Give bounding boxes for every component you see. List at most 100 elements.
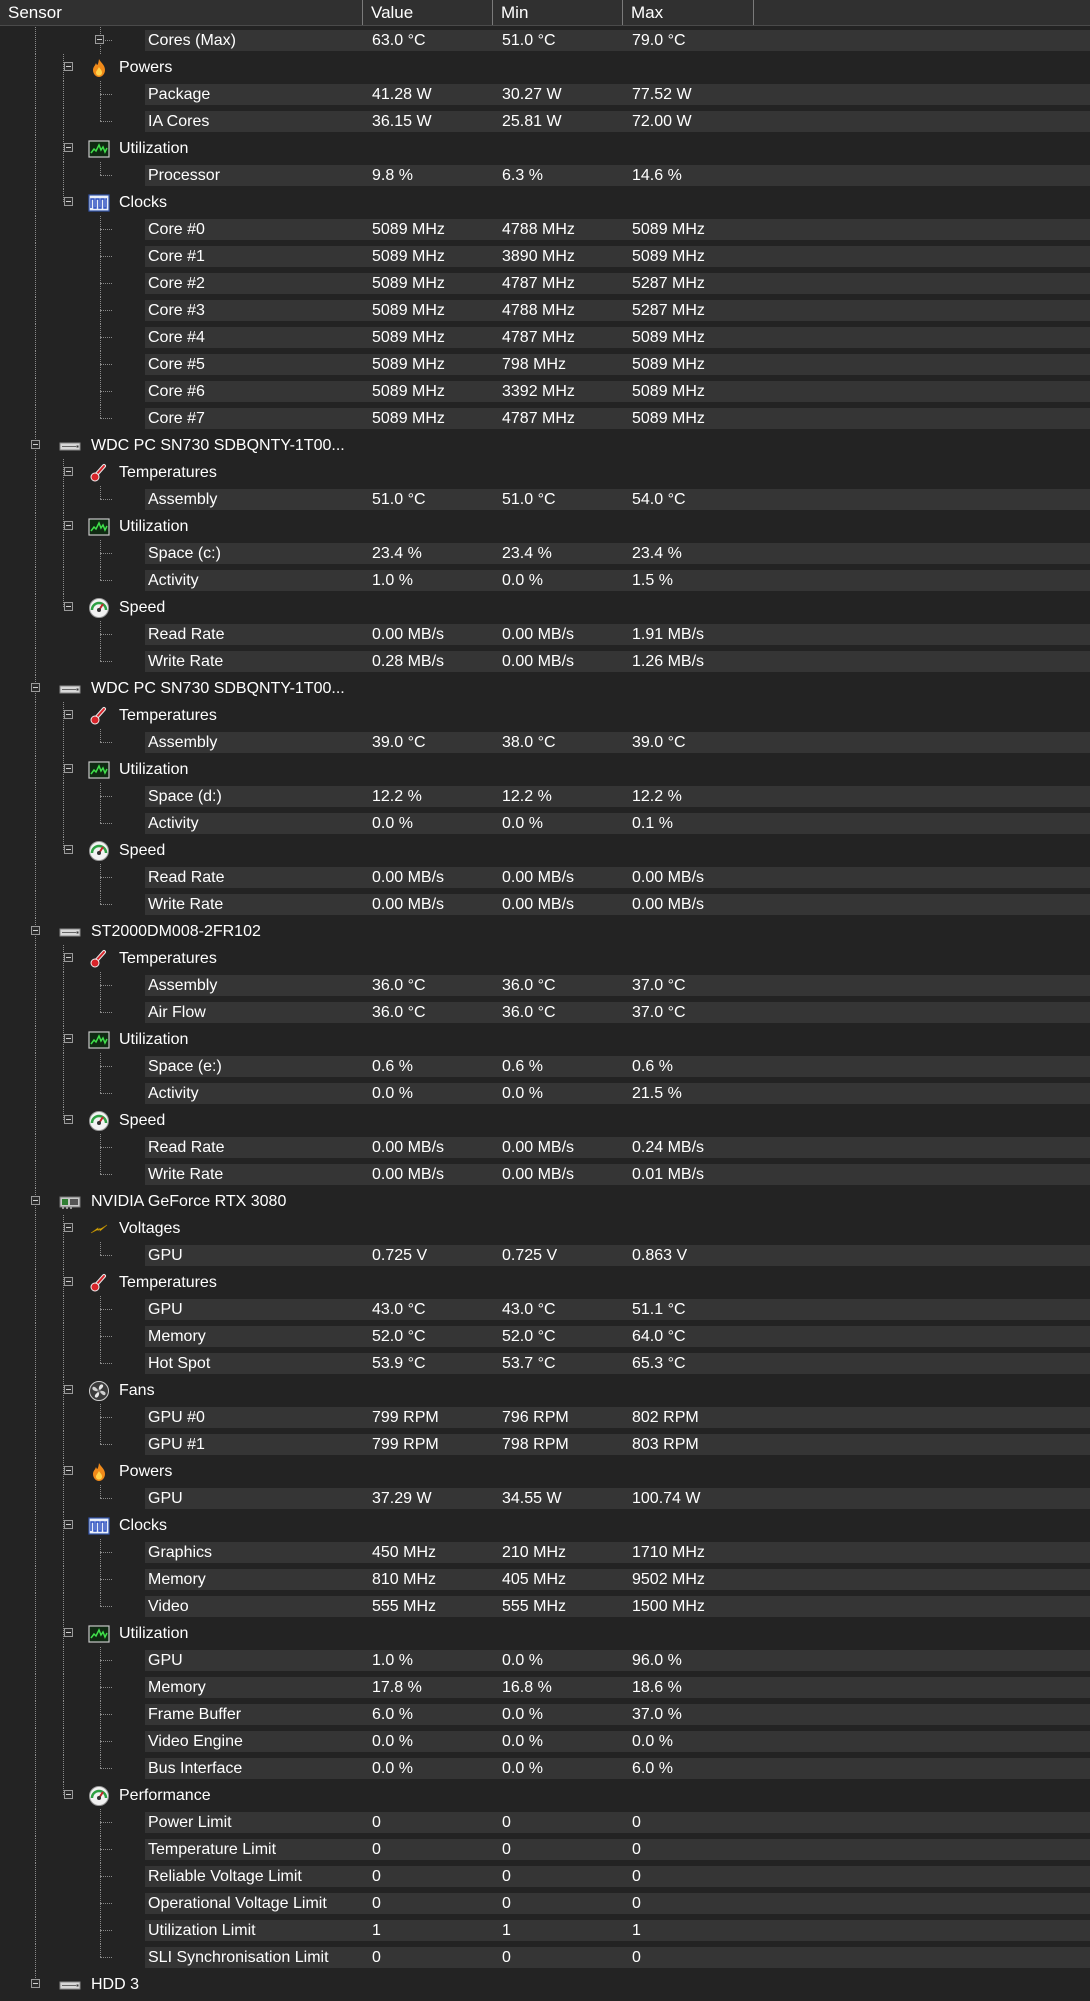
- collapse-toggle[interactable]: [31, 1196, 40, 1205]
- sensor-row[interactable]: Space (c:) 23.4 % 23.4 % 23.4 %: [0, 540, 1090, 567]
- collapse-toggle[interactable]: [64, 467, 73, 476]
- sensor-row[interactable]: Core #1 5089 MHz 3890 MHz 5089 MHz: [0, 243, 1090, 270]
- category-row[interactable]: Fans: [0, 1377, 1090, 1404]
- sensor-row[interactable]: Cores (Max) 63.0 °C 51.0 °C 79.0 °C: [0, 27, 1090, 54]
- category-row[interactable]: Temperatures: [0, 459, 1090, 486]
- collapse-toggle[interactable]: [64, 197, 73, 206]
- sensor-row[interactable]: Read Rate 0.00 MB/s 0.00 MB/s 0.24 MB/s: [0, 1134, 1090, 1161]
- category-row[interactable]: Temperatures: [0, 1269, 1090, 1296]
- collapse-toggle[interactable]: [64, 143, 73, 152]
- category-row[interactable]: Speed: [0, 594, 1090, 621]
- device-row[interactable]: HDD 3: [0, 1971, 1090, 1998]
- category-row[interactable]: Powers: [0, 54, 1090, 81]
- sensor-row[interactable]: Core #0 5089 MHz 4788 MHz 5089 MHz: [0, 216, 1090, 243]
- sensor-row[interactable]: Operational Voltage Limit 0 0 0: [0, 1890, 1090, 1917]
- sensor-row[interactable]: Core #7 5089 MHz 4787 MHz 5089 MHz: [0, 405, 1090, 432]
- column-header-sensor[interactable]: Sensor: [0, 0, 363, 25]
- collapse-toggle[interactable]: [64, 1277, 73, 1286]
- collapse-toggle[interactable]: [64, 62, 73, 71]
- sensor-row[interactable]: Write Rate 0.00 MB/s 0.00 MB/s 0.01 MB/s: [0, 1161, 1090, 1188]
- sensor-row[interactable]: Activity 1.0 % 0.0 % 1.5 %: [0, 567, 1090, 594]
- sensor-row[interactable]: Core #2 5089 MHz 4787 MHz 5287 MHz: [0, 270, 1090, 297]
- sensor-row[interactable]: Package 41.28 W 30.27 W 77.52 W: [0, 81, 1090, 108]
- sensor-row[interactable]: Activity 0.0 % 0.0 % 21.5 %: [0, 1080, 1090, 1107]
- collapse-toggle[interactable]: [64, 1034, 73, 1043]
- sensor-row[interactable]: Processor 9.8 % 6.3 % 14.6 %: [0, 162, 1090, 189]
- device-row[interactable]: ST2000DM008-2FR102: [0, 918, 1090, 945]
- collapse-toggle[interactable]: [64, 1628, 73, 1637]
- category-row[interactable]: Temperatures: [0, 702, 1090, 729]
- sensor-row[interactable]: Assembly 36.0 °C 36.0 °C 37.0 °C: [0, 972, 1090, 999]
- device-row[interactable]: WDC PC SN730 SDBQNTY-1T00...: [0, 432, 1090, 459]
- sensor-row[interactable]: Assembly 51.0 °C 51.0 °C 54.0 °C: [0, 486, 1090, 513]
- sensor-row[interactable]: Core #3 5089 MHz 4788 MHz 5287 MHz: [0, 297, 1090, 324]
- collapse-toggle[interactable]: [64, 602, 73, 611]
- sensor-row[interactable]: Video 555 MHz 555 MHz 1500 MHz: [0, 1593, 1090, 1620]
- sensor-row[interactable]: IA Cores 36.15 W 25.81 W 72.00 W: [0, 108, 1090, 135]
- category-row[interactable]: Speed: [0, 1107, 1090, 1134]
- collapse-toggle[interactable]: [64, 1223, 73, 1232]
- collapse-toggle[interactable]: [64, 1520, 73, 1529]
- sensor-row[interactable]: Write Rate 0.00 MB/s 0.00 MB/s 0.00 MB/s: [0, 891, 1090, 918]
- sensor-row[interactable]: Write Rate 0.28 MB/s 0.00 MB/s 1.26 MB/s: [0, 648, 1090, 675]
- sensor-row[interactable]: Memory 52.0 °C 52.0 °C 64.0 °C: [0, 1323, 1090, 1350]
- sensor-row[interactable]: Activity 0.0 % 0.0 % 0.1 %: [0, 810, 1090, 837]
- sensor-row[interactable]: Video Engine 0.0 % 0.0 % 0.0 %: [0, 1728, 1090, 1755]
- collapse-toggle[interactable]: [31, 926, 40, 935]
- collapse-toggle[interactable]: [64, 1385, 73, 1394]
- sensor-row[interactable]: Air Flow 36.0 °C 36.0 °C 37.0 °C: [0, 999, 1090, 1026]
- sensor-row[interactable]: GPU 37.29 W 34.55 W 100.74 W: [0, 1485, 1090, 1512]
- sensor-row[interactable]: Hot Spot 53.9 °C 53.7 °C 65.3 °C: [0, 1350, 1090, 1377]
- sensor-row[interactable]: Memory 810 MHz 405 MHz 9502 MHz: [0, 1566, 1090, 1593]
- collapse-toggle[interactable]: [31, 683, 40, 692]
- sensor-row[interactable]: GPU #1 799 RPM 798 RPM 803 RPM: [0, 1431, 1090, 1458]
- category-row[interactable]: Utilization: [0, 1620, 1090, 1647]
- category-row[interactable]: Clocks: [0, 1512, 1090, 1539]
- sensor-row[interactable]: Read Rate 0.00 MB/s 0.00 MB/s 0.00 MB/s: [0, 864, 1090, 891]
- column-header-min[interactable]: Min: [493, 0, 623, 25]
- sensor-row[interactable]: GPU 1.0 % 0.0 % 96.0 %: [0, 1647, 1090, 1674]
- collapse-toggle[interactable]: [64, 521, 73, 530]
- category-row[interactable]: Utilization: [0, 756, 1090, 783]
- sensor-row[interactable]: SLI Synchronisation Limit 0 0 0: [0, 1944, 1090, 1971]
- sensor-row[interactable]: GPU 43.0 °C 43.0 °C 51.1 °C: [0, 1296, 1090, 1323]
- category-row[interactable]: Temperatures: [0, 945, 1090, 972]
- device-row[interactable]: NVIDIA GeForce RTX 3080: [0, 1188, 1090, 1215]
- category-row[interactable]: Voltages: [0, 1215, 1090, 1242]
- category-row[interactable]: Utilization: [0, 1026, 1090, 1053]
- sensor-row[interactable]: Space (e:) 0.6 % 0.6 % 0.6 %: [0, 1053, 1090, 1080]
- column-header-max[interactable]: Max: [623, 0, 754, 25]
- device-row[interactable]: WDC PC SN730 SDBQNTY-1T00...: [0, 675, 1090, 702]
- sensor-row[interactable]: Power Limit 0 0 0: [0, 1809, 1090, 1836]
- collapse-toggle[interactable]: [64, 710, 73, 719]
- category-row[interactable]: Speed: [0, 837, 1090, 864]
- sensor-row[interactable]: Temperature Limit 0 0 0: [0, 1836, 1090, 1863]
- sensor-row[interactable]: Memory 17.8 % 16.8 % 18.6 %: [0, 1674, 1090, 1701]
- sensor-row[interactable]: Assembly 39.0 °C 38.0 °C 39.0 °C: [0, 729, 1090, 756]
- category-row[interactable]: Powers: [0, 1458, 1090, 1485]
- sensor-row[interactable]: Graphics 450 MHz 210 MHz 1710 MHz: [0, 1539, 1090, 1566]
- collapse-toggle[interactable]: [64, 1790, 73, 1799]
- sensor-row[interactable]: Space (d:) 12.2 % 12.2 % 12.2 %: [0, 783, 1090, 810]
- collapse-toggle[interactable]: [64, 953, 73, 962]
- collapse-toggle[interactable]: [95, 35, 104, 44]
- sensor-row[interactable]: Reliable Voltage Limit 0 0 0: [0, 1863, 1090, 1890]
- category-row[interactable]: Utilization: [0, 135, 1090, 162]
- collapse-toggle[interactable]: [64, 1466, 73, 1475]
- sensor-row[interactable]: GPU #0 799 RPM 796 RPM 802 RPM: [0, 1404, 1090, 1431]
- sensor-row[interactable]: Utilization Limit 1 1 1: [0, 1917, 1090, 1944]
- sensor-row[interactable]: Frame Buffer 6.0 % 0.0 % 37.0 %: [0, 1701, 1090, 1728]
- collapse-toggle[interactable]: [64, 1115, 73, 1124]
- sensor-tree[interactable]: Cores (Max) 63.0 °C 51.0 °C 79.0 °C Powers Pa…: [0, 27, 1090, 1998]
- sensor-row[interactable]: Core #4 5089 MHz 4787 MHz 5089 MHz: [0, 324, 1090, 351]
- sensor-row[interactable]: Read Rate 0.00 MB/s 0.00 MB/s 1.91 MB/s: [0, 621, 1090, 648]
- collapse-toggle[interactable]: [64, 845, 73, 854]
- category-row[interactable]: Clocks: [0, 189, 1090, 216]
- collapse-toggle[interactable]: [31, 440, 40, 449]
- sensor-row[interactable]: Bus Interface 0.0 % 0.0 % 6.0 %: [0, 1755, 1090, 1782]
- sensor-row[interactable]: GPU 0.725 V 0.725 V 0.863 V: [0, 1242, 1090, 1269]
- collapse-toggle[interactable]: [31, 1979, 40, 1988]
- column-header-value[interactable]: Value: [363, 0, 493, 25]
- category-row[interactable]: Performance: [0, 1782, 1090, 1809]
- sensor-row[interactable]: Core #5 5089 MHz 798 MHz 5089 MHz: [0, 351, 1090, 378]
